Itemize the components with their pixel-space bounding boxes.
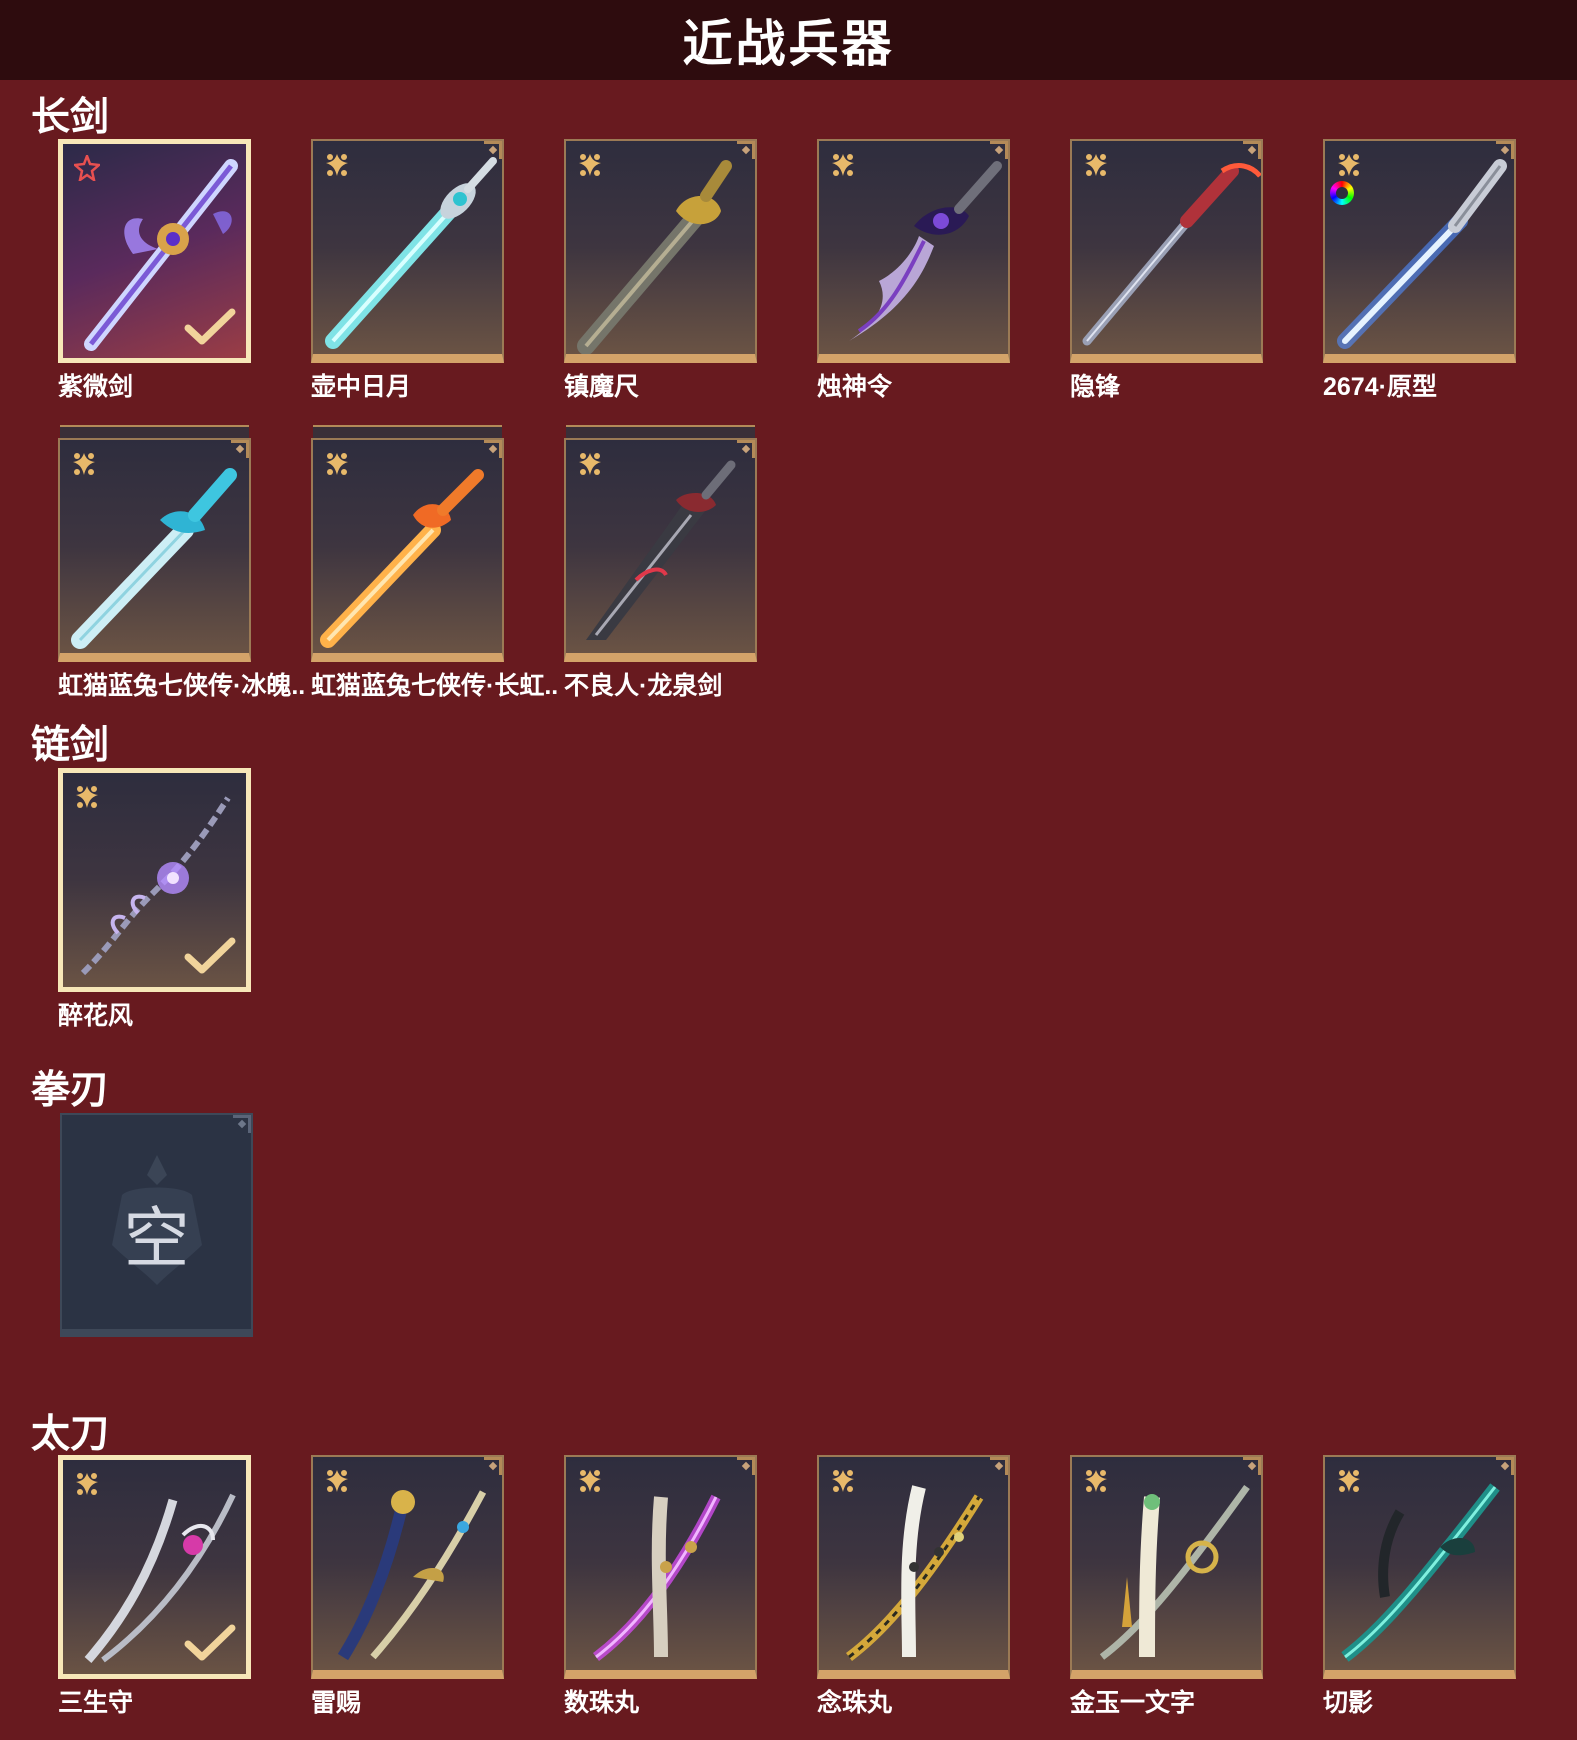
page-title: 近战兵器 — [682, 16, 895, 72]
weapon-name: 数珠丸 — [564, 1689, 640, 1717]
empty-weapon-slot[interactable]: 空 — [60, 1113, 253, 1337]
weapon-card-sanshengshou[interactable]: 三生守 — [58, 1455, 251, 1717]
weapon-name: 醉花风 — [58, 1002, 134, 1030]
weapon-name: 念珠丸 — [817, 1689, 893, 1717]
weapon-name: 隐锋 — [1070, 373, 1121, 401]
weapon-card-frame — [58, 438, 251, 662]
weapon-card-frame — [58, 139, 251, 363]
section-title-changjian: 长剑 — [31, 96, 110, 139]
weapon-card-frame — [564, 438, 757, 662]
weapon-name: 紫微剑 — [58, 373, 134, 401]
weapon-card-frame — [58, 1455, 251, 1679]
weapon-card-2674[interactable]: 2674·原型 — [1323, 139, 1516, 401]
weapon-card-qieying[interactable]: 切影 — [1323, 1455, 1516, 1717]
weapon-name: 2674·原型 — [1323, 373, 1437, 401]
weapon-card-shuzhuwan[interactable]: 数珠丸 — [564, 1455, 757, 1717]
corner-tab-icon — [233, 1115, 251, 1133]
weapon-card-frame — [1323, 1455, 1516, 1679]
weapon-card-frame — [1070, 1455, 1263, 1679]
weapon-name: 虹猫蓝兔七侠传·冰魄.. — [58, 672, 306, 700]
weapon-card-longquanjian[interactable]: 不良人·龙泉剑 — [564, 425, 757, 700]
weapon-card-zhushenling[interactable]: 烛神令 — [817, 139, 1010, 401]
sword-icon — [849, 161, 1002, 341]
katana-icon — [592, 1494, 721, 1661]
weapon-card-frame — [311, 1455, 504, 1679]
weapon-card-frame — [817, 1455, 1010, 1679]
weapon-card-nianzhuwan[interactable]: 念珠丸 — [817, 1455, 1010, 1717]
weapon-card-zhenmochi[interactable]: 镇魔尺 — [564, 139, 757, 401]
sword-icon — [1082, 163, 1261, 346]
sword-icon — [325, 157, 497, 349]
weapon-name: 虹猫蓝兔七侠传·长虹.. — [311, 672, 559, 700]
weapon-name: 烛神令 — [817, 373, 893, 401]
weapon-card-leici[interactable]: 雷赐 — [311, 1455, 504, 1717]
weapon-card-frame — [817, 139, 1010, 363]
weapon-card-frame — [1323, 139, 1516, 363]
katana-icon — [845, 1485, 984, 1661]
sword-icon — [586, 460, 736, 640]
weapon-card-frame — [564, 139, 757, 363]
sword-icon — [1337, 159, 1507, 349]
weapon-card-huzhongriyue[interactable]: 壶中日月 — [311, 139, 504, 401]
section-title-taidao: 太刀 — [31, 1413, 110, 1456]
section-title-quanren: 拳刃 — [31, 1069, 110, 1112]
weapon-name: 镇魔尺 — [564, 373, 640, 401]
weapon-name: 不良人·龙泉剑 — [564, 672, 723, 700]
weapon-name: 切影 — [1323, 1689, 1374, 1717]
weapon-name: 金玉一文字 — [1070, 1689, 1196, 1717]
katana-icon — [1341, 1483, 1500, 1662]
weapon-card-frame — [311, 139, 504, 363]
equipped-check-icon — [184, 1624, 236, 1664]
sword-icon — [71, 468, 237, 649]
equipped-check-icon — [184, 308, 236, 348]
weapon-name: 雷赐 — [311, 1689, 362, 1717]
sword-icon — [577, 160, 732, 354]
weapon-name: 三生守 — [58, 1689, 134, 1717]
equipped-check-icon — [184, 937, 236, 977]
katana-icon — [337, 1490, 487, 1661]
weapon-card-frame — [311, 438, 504, 662]
weapon-name: 壶中日月 — [311, 373, 412, 401]
weapon-card-frame — [1070, 139, 1263, 363]
weapon-card-frame — [58, 768, 251, 992]
section-title-lianjian: 链剑 — [31, 724, 110, 767]
weapon-card-ziweijian[interactable]: 紫微剑 — [58, 139, 251, 401]
weapon-card-zuihuafeng[interactable]: 醉花风 — [58, 768, 251, 1030]
weapon-card-jinyuyiwenzi[interactable]: 金玉一文字 — [1070, 1455, 1263, 1717]
sword-icon — [320, 469, 484, 648]
page-header: 近战兵器 — [0, 0, 1577, 80]
katana-icon — [1099, 1484, 1250, 1660]
weapon-card-changhong[interactable]: 虹猫蓝兔七侠传·长虹.. — [311, 425, 558, 700]
weapon-card-bingpo[interactable]: 虹猫蓝兔七侠传·冰魄.. — [58, 425, 305, 700]
weapon-card-frame — [564, 1455, 757, 1679]
empty-label: 空 — [123, 1200, 190, 1277]
weapon-card-yinfeng[interactable]: 隐锋 — [1070, 139, 1263, 401]
